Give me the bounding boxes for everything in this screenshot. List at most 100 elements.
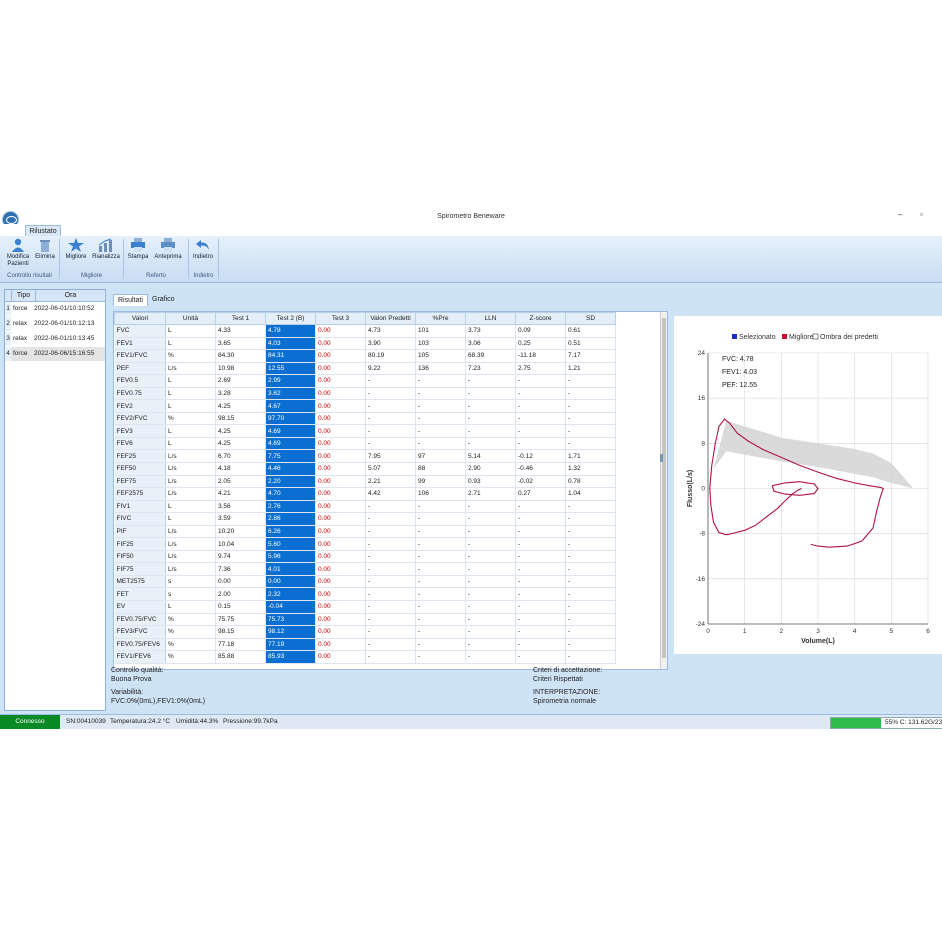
table-cell: - [515, 638, 566, 652]
table-row[interactable]: FIF25 L/s 10.04 5.60 0.00- - - - - [114, 537, 616, 551]
legend-swatch [812, 333, 819, 340]
table-cell: L/s [165, 525, 216, 539]
table-cell: - [515, 550, 566, 564]
tests-header-ora[interactable]: Ora [36, 290, 106, 302]
table-row[interactable]: FEV6 L 4.25 4.69 0.00- - - - - [114, 437, 616, 451]
table-cell: 98.15 [215, 625, 266, 639]
table-cell: - [465, 412, 516, 426]
table-cell: - [515, 387, 566, 401]
table-row[interactable]: FIV1 L 3.56 2.76 0.00- - - - - [114, 500, 616, 514]
table-row[interactable]: FEV3 L 4.25 4.69 0.00- - - - - [114, 424, 616, 438]
column-header[interactable]: Test 2 (B) [265, 312, 316, 325]
table-row[interactable]: FEV0.75/FEV6% 77.18 77.19 0.00- - - - - [114, 638, 616, 652]
table-row[interactable]: FEF75 L/s 2.05 2.20 0.00 2.21 99 0.93 -0.02 0.78 [114, 475, 616, 489]
migliore-button[interactable]: Migliore [63, 238, 89, 261]
table-cell: L [165, 387, 216, 401]
table-row[interactable]: FIVC L 3.59 2.86 0.00- - - - - [114, 512, 616, 526]
table-row[interactable]: FEV3/FVC% 98.15 98.12 0.00- - - - - [114, 625, 616, 639]
table-cell: -0.02 [515, 475, 566, 489]
table-cell: 4.33 [215, 324, 266, 338]
table-row[interactable]: FEV2 L 4.25 4.67 0.00- - - - - [114, 399, 616, 413]
test-row-number: 1 [5, 302, 11, 316]
tab-risultati[interactable]: Risultati [113, 294, 148, 306]
test-row[interactable]: 3 relax 2022-06-01/10:13:45 [5, 332, 105, 346]
table-scrollbar[interactable] [660, 312, 667, 669]
table-cell: 4.25 [215, 399, 266, 413]
table-cell: FEV3 [114, 424, 166, 438]
table-cell: 88 [415, 462, 466, 476]
ribbon: Modifica Pazienti Elimina Migliore Riana… [0, 236, 942, 283]
table-row[interactable]: FEV1 L 3.65 4.03 0.00 3.90 103 3.06 0.25 0.51 [114, 337, 616, 351]
table-cell: 0.25 [515, 337, 566, 351]
test-row[interactable]: 4 force 2022-06-06/15:16:55 [5, 347, 105, 361]
table-cell: 5.60 [265, 537, 316, 551]
table-cell: 0.00 [315, 575, 366, 589]
table-cell: FEF75 [114, 475, 166, 489]
table-row[interactable]: EV L 0.15 -0.04 0.00- - - - - [114, 600, 616, 614]
group-migliore: Migliore [80, 273, 102, 279]
column-header[interactable]: Unità [165, 312, 216, 325]
column-header[interactable]: Z-score [515, 312, 566, 325]
table-row[interactable]: FEV1/FEV6% 85.88 85.93 0.00- - - - - [114, 650, 616, 664]
table-cell: 4.21 [215, 487, 266, 501]
column-header[interactable]: Test 1 [215, 312, 266, 325]
table-row[interactable]: FEV1/FVC% 84.30 84.31 0.00 80.19 105 68.39 -11.… [114, 349, 616, 363]
column-header[interactable]: Valori [114, 312, 166, 325]
table-cell: - [415, 387, 466, 401]
table-cell: 0.00 [315, 587, 366, 602]
tests-header-tipo[interactable]: Tipo [12, 290, 36, 302]
indietro-button[interactable]: Indietro [191, 238, 215, 261]
table-row[interactable]: FEV0.75 L 3.28 3.62 0.00- - - - - [114, 387, 616, 401]
table-cell: 3.06 [465, 337, 516, 351]
test-row-type: force [13, 350, 28, 357]
minimize-button[interactable]: – [898, 210, 902, 219]
column-header[interactable]: LLN [465, 312, 516, 325]
table-cell: 3.90 [365, 337, 416, 351]
table-row[interactable]: FIF50 L/s 9.74 5.96 0.00- - - - - [114, 550, 616, 564]
table-cell: - [565, 562, 616, 576]
table-row[interactable]: FEF50 L/s 4.18 4.46 0.00 5.07 88 2.90 -0.46 1.32 [114, 462, 616, 476]
table-cell: 2.90 [465, 462, 516, 476]
elimina-button[interactable]: Elimina [33, 238, 57, 261]
table-cell: -11.18 [515, 349, 566, 363]
table-cell: - [465, 525, 516, 539]
table-cell: L [165, 600, 216, 614]
table-cell: L/s [165, 550, 216, 564]
column-header[interactable]: %Pre [415, 312, 466, 325]
column-header[interactable]: Valori Predetti [365, 312, 416, 325]
table-row[interactable]: FET s 2.00 2.32 0.00- - - - - [114, 587, 616, 602]
scrollbar-thumb[interactable] [662, 318, 666, 658]
table-row[interactable]: MET2575 s 0.00 0.00 0.00- - - - - [114, 575, 616, 589]
table-row[interactable]: FEV0.5 L 2.69 2.99 0.00- - - - - [114, 374, 616, 388]
table-cell: 0.00 [265, 575, 316, 589]
table-cell: 0.00 [315, 349, 366, 363]
test-row[interactable]: 1 force 2022-06-01/10:10:52 [5, 302, 105, 316]
tab-grafico[interactable]: Grafico [148, 294, 179, 305]
table-row[interactable]: PEF L/s 10.98 12.55 0.00 9.22 136 7.23 2.75 1.21 [114, 362, 616, 376]
table-row[interactable]: FEV0.75/FVC% 75.75 75.73 0.00- - - - - [114, 613, 616, 627]
rianalizza-button[interactable]: Rianalizza [91, 238, 121, 261]
table-row[interactable]: FIF75 L/s 7.36 4.01 0.00- - - - - [114, 562, 616, 576]
table-row[interactable]: FEV2/FVC% 98.15 97.70 0.00- - - - - [114, 412, 616, 426]
table-cell: - [365, 575, 416, 589]
test-row[interactable]: 2 relax 2022-06-01/10:12:13 [5, 317, 105, 331]
table-cell: -0.04 [265, 600, 316, 614]
table-row[interactable]: FEF25 L/s 6.70 7.75 0.00 7.95 97 5.14 -0.12 1.71 [114, 449, 616, 463]
restore-button[interactable]: ▫ [920, 210, 923, 219]
column-header[interactable]: Test 3 [315, 312, 366, 325]
column-header[interactable]: SD [565, 312, 616, 325]
table-cell: 3.73 [465, 324, 516, 338]
table-cell: - [515, 500, 566, 514]
table-cell: s [165, 575, 216, 589]
modifica-pazienti-button[interactable]: Modifica Pazienti [5, 238, 31, 268]
stampa-button[interactable]: Stampa [126, 238, 150, 261]
table-cell: L [165, 374, 216, 388]
table-row[interactable]: FEF2575 L/s 4.21 4.70 0.00 4.42 106 2.71 0.27 1.0… [114, 487, 616, 501]
anteprima-button[interactable]: Anteprima [152, 238, 184, 261]
table-row[interactable]: FVC L 4.33 4.78 0.00 4.73 101 3.73 0.09 0.61 [114, 324, 616, 338]
table-cell: - [365, 625, 416, 639]
panel-splitter[interactable] [660, 454, 663, 462]
table-row[interactable]: PIF L/s 10.20 6.26 0.00- - - - - [114, 525, 616, 539]
table-cell: L/s [165, 537, 216, 551]
table-cell: - [365, 399, 416, 413]
